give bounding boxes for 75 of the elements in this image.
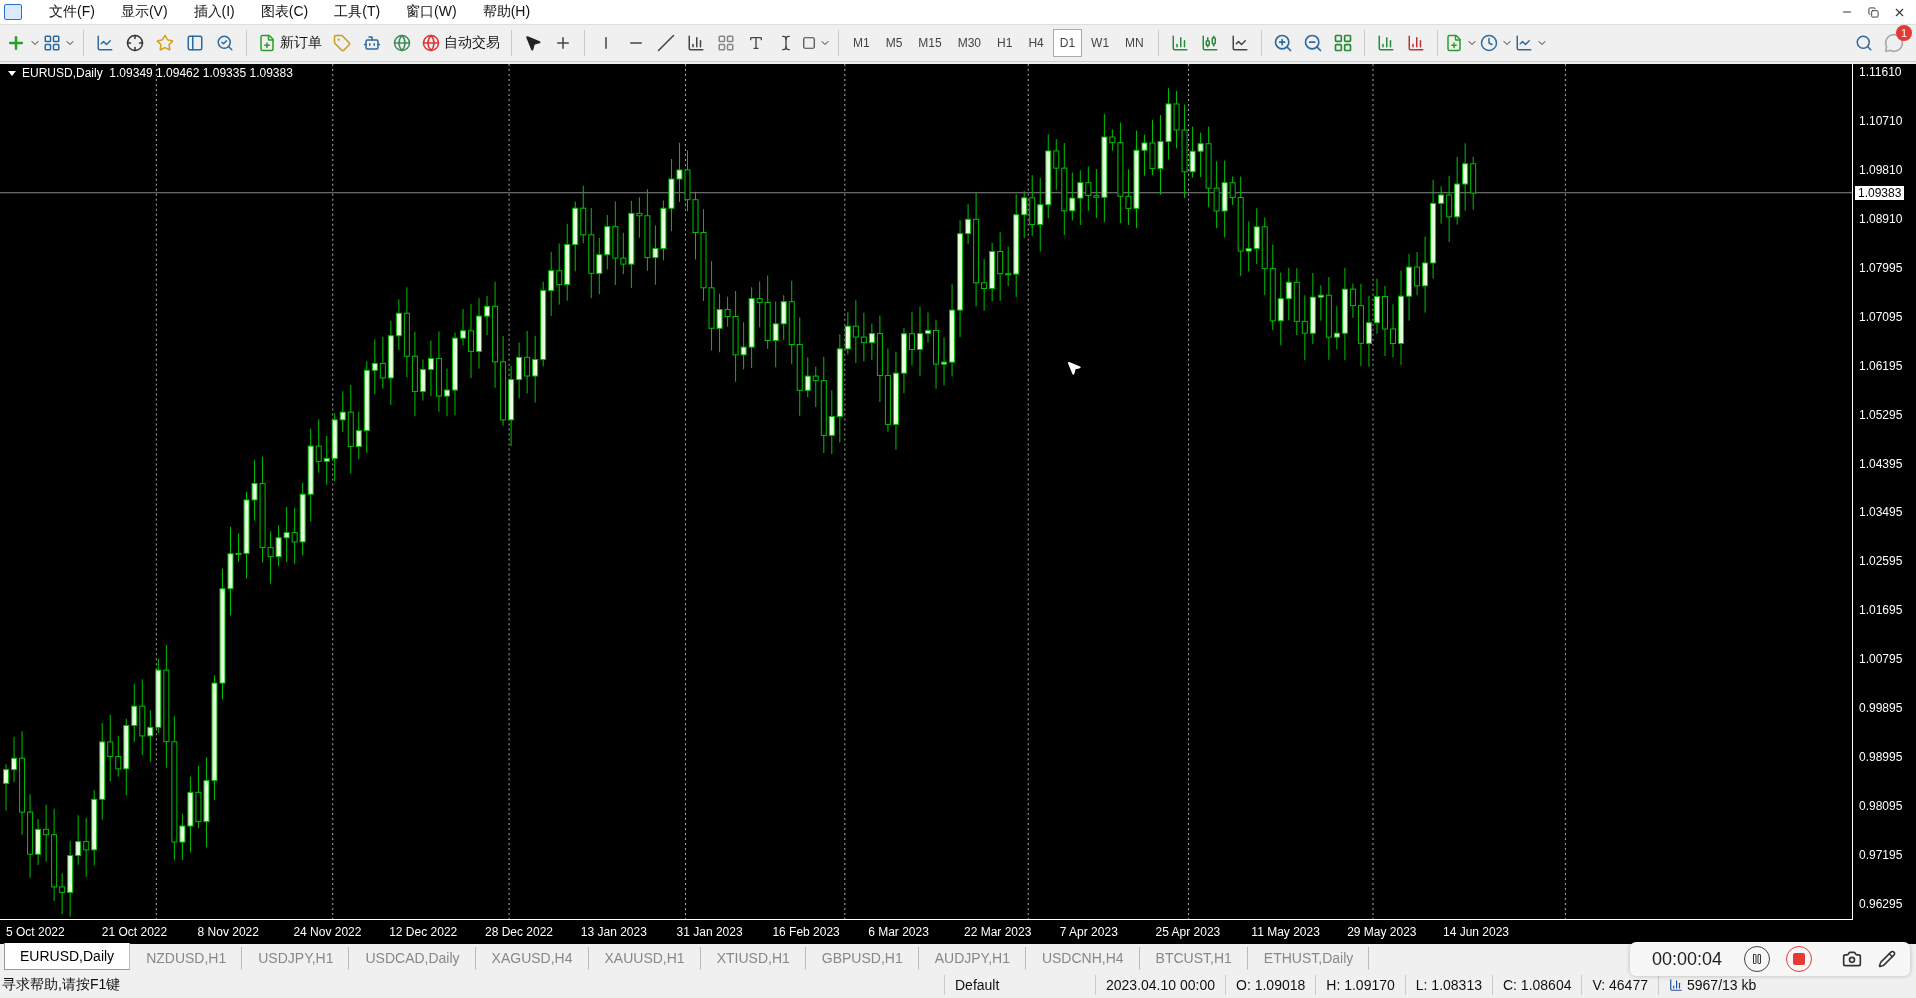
timeframe-button[interactable]: M30 <box>950 29 989 57</box>
help-text: 寻求帮助,请按F1键 <box>1 976 122 994</box>
status-field: L: 1.08313 <box>1404 975 1492 995</box>
timeframe-button[interactable]: D1 <box>1052 29 1083 57</box>
date-label: 16 Feb 2023 <box>772 925 841 939</box>
menu-item[interactable]: 文件(F) <box>36 3 108 21</box>
menu-item[interactable]: 显示(V) <box>107 3 181 21</box>
timeframe-button[interactable]: M1 <box>846 29 877 57</box>
status-field: 2023.04.10 00:00 <box>1095 975 1225 995</box>
menu-item[interactable]: 插入(I) <box>180 3 248 21</box>
date-label: 29 May 2023 <box>1347 925 1418 939</box>
date-label: 12 Dec 2022 <box>389 925 459 939</box>
price-label: 1.07095 <box>1858 309 1904 324</box>
pause-icon <box>1751 953 1763 965</box>
signal-bars-icon <box>1669 978 1683 992</box>
date-label: 13 Jan 2023 <box>580 925 648 939</box>
price-label: 1.04395 <box>1858 456 1904 471</box>
date-label: 28 Dec 2022 <box>485 925 555 939</box>
pencil-icon[interactable] <box>1878 950 1896 968</box>
timeframe-button[interactable]: H4 <box>1021 29 1051 57</box>
menu-item[interactable]: 帮助(H) <box>469 3 544 21</box>
status-field: H: 1.09170 <box>1315 975 1405 995</box>
notification-badge: 1 <box>1896 25 1912 41</box>
price-label: 1.07995 <box>1858 260 1904 275</box>
price-label: 1.05295 <box>1858 407 1904 422</box>
date-label: 22 Mar 2023 <box>963 925 1033 939</box>
date-label: 6 Mar 2023 <box>868 925 930 939</box>
timeframe-button[interactable]: M5 <box>878 29 910 57</box>
price-label: 0.97195 <box>1858 848 1904 862</box>
camera-icon[interactable] <box>1842 949 1862 969</box>
timeframe-button[interactable]: W1 <box>1084 29 1117 57</box>
menu-item[interactable]: 图表(C) <box>247 3 322 21</box>
status-field: V: 46477 <box>1581 975 1658 995</box>
price-label: 1.10710 <box>1858 113 1904 128</box>
price-label: 1.00795 <box>1858 652 1904 667</box>
price-label: 1.11610 <box>1858 65 1903 79</box>
date-label: 11 May 2023 <box>1251 925 1321 939</box>
globe-icon <box>422 34 440 52</box>
chart-tab[interactable]: EURUSD,Daily <box>4 943 131 970</box>
timeframe-button[interactable]: H1 <box>990 29 1020 57</box>
menu-item[interactable]: 工具(T) <box>321 3 394 21</box>
price-label: 0.98095 <box>1858 799 1904 814</box>
traffic-field: 5967/13 kb <box>1658 975 1767 995</box>
auto-trading-button[interactable]: 自动交易 <box>418 29 504 57</box>
price-label: 1.01695 <box>1858 603 1904 618</box>
price-label: 1.09810 <box>1858 162 1904 177</box>
current-price-tag: 1.09383 <box>1855 185 1905 200</box>
price-label: 0.99895 <box>1858 701 1904 716</box>
date-label: 5 Oct 2022 <box>6 925 66 939</box>
date-label: 7 Apr 2023 <box>1059 925 1119 939</box>
app-icon <box>4 4 22 20</box>
timeframe-button[interactable]: MN <box>1118 29 1151 57</box>
price-label: 1.08910 <box>1858 211 1904 226</box>
mouse-cursor-icon <box>1066 360 1082 376</box>
price-label: 0.96295 <box>1858 896 1904 911</box>
date-label: 31 Jan 2023 <box>676 925 744 939</box>
date-label: 25 Apr 2023 <box>1155 925 1222 939</box>
new-order-button[interactable]: 新订单 <box>254 29 326 57</box>
new-order-icon <box>258 34 276 52</box>
price-label: 0.98995 <box>1858 750 1904 765</box>
price-label: 1.06195 <box>1858 358 1904 373</box>
menu-item[interactable]: 窗口(W) <box>393 3 470 21</box>
price-label: 1.02595 <box>1858 554 1904 569</box>
status-field: Default <box>944 975 1095 995</box>
status-field: O: 1.09018 <box>1225 975 1316 995</box>
date-label: 14 Jun 2023 <box>1442 925 1510 939</box>
chart-header: EURUSD,Daily 1.09349 1.09462 1.09335 1.09383 <box>22 66 293 80</box>
collapse-triangle-icon[interactable] <box>8 71 16 76</box>
date-label: 21 Oct 2022 <box>101 925 169 939</box>
status-field: C: 1.08604 <box>1491 975 1582 995</box>
price-label: 1.03495 <box>1858 505 1904 520</box>
date-label: 8 Nov 2022 <box>197 925 260 939</box>
date-label: 24 Nov 2022 <box>293 925 363 939</box>
timeframe-button[interactable]: M15 <box>911 29 949 57</box>
recording-time: 00:00:04 <box>1651 948 1722 970</box>
